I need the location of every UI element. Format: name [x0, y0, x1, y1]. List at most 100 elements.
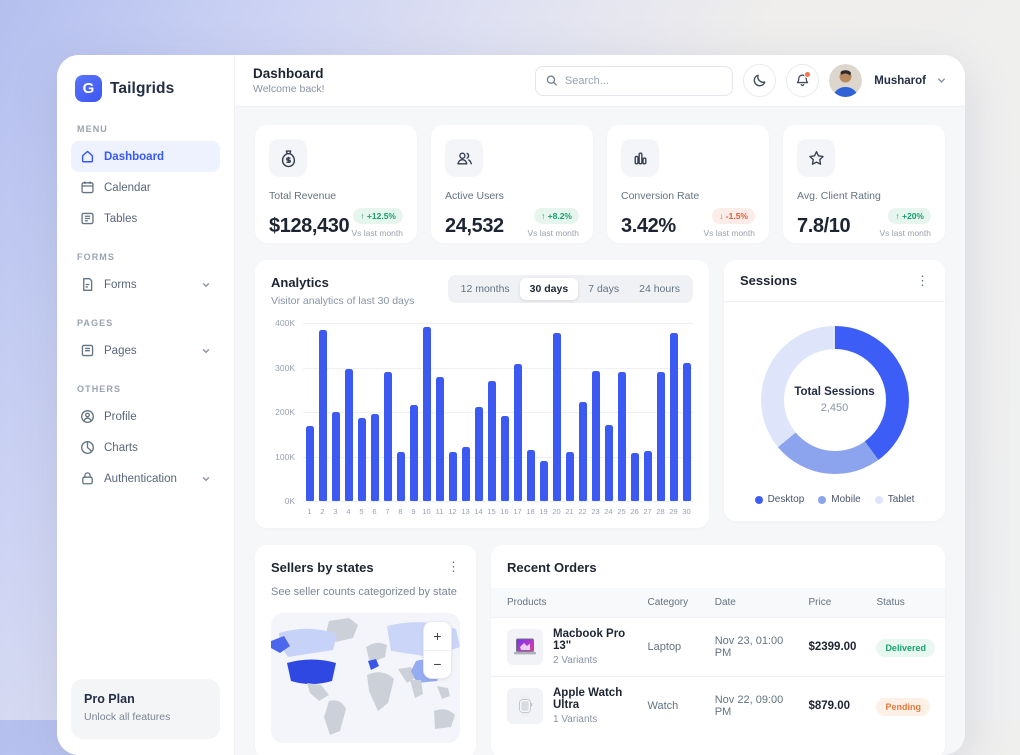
bar-day-7[interactable]	[384, 372, 392, 501]
search-input[interactable]	[565, 75, 722, 87]
bar-day-19[interactable]	[540, 461, 548, 501]
moon-icon	[752, 73, 767, 88]
bar-day-22[interactable]	[579, 402, 587, 501]
order-price: $879.00	[798, 677, 866, 736]
sidebar-item-label: Pages	[104, 345, 137, 357]
stat-value: 24,532	[445, 215, 504, 238]
column-header-category: Category	[638, 588, 705, 618]
app-window: G Tailgrids MENU Dashboard Calendar Tabl…	[57, 55, 965, 755]
bar-day-2[interactable]	[319, 330, 327, 501]
world-map[interactable]: + −	[271, 613, 460, 743]
sidebar-item-dashboard[interactable]: Dashboard	[71, 141, 220, 172]
legend-item-desktop: Desktop	[755, 494, 805, 505]
bar-day-18[interactable]	[527, 450, 535, 501]
header-titles: Dashboard Welcome back!	[253, 66, 325, 95]
column-header-date: Date	[705, 588, 799, 618]
bar-day-16[interactable]	[501, 416, 509, 501]
user-avatar[interactable]	[829, 64, 862, 97]
legend-item-mobile: Mobile	[818, 494, 860, 505]
bar-day-24[interactable]	[605, 425, 613, 501]
sidebar-item-forms[interactable]: Forms	[71, 269, 220, 300]
stat-value: 3.42%	[621, 215, 676, 238]
bar-day-23[interactable]	[592, 371, 600, 501]
bar-day-9[interactable]	[410, 405, 418, 501]
stat-label: Avg. Client Rating	[797, 190, 931, 202]
sidebar-item-calendar[interactable]: Calendar	[71, 172, 220, 203]
bar-day-6[interactable]	[371, 414, 379, 501]
kebab-menu-icon[interactable]: ⋮	[916, 274, 929, 287]
bar-day-11[interactable]	[436, 377, 444, 501]
dark-mode-toggle[interactable]	[743, 64, 776, 97]
bar-day-25[interactable]	[618, 372, 626, 501]
stat-card-total-revenue: Total Revenue $128,430 ↑ +12.5% Vs last …	[255, 125, 417, 243]
bar-day-14[interactable]	[475, 407, 483, 501]
bar-day-29[interactable]	[670, 333, 678, 501]
bar-day-28[interactable]	[657, 372, 665, 501]
notifications-button[interactable]	[786, 64, 819, 97]
bar-day-12[interactable]	[449, 452, 457, 501]
sessions-donut-chart: Total Sessions 2,450	[761, 326, 909, 474]
status-badge: Delivered	[876, 639, 935, 657]
stat-compare: Vs last month	[352, 228, 404, 238]
bar-day-13[interactable]	[462, 447, 470, 501]
sidebar-item-authentication[interactable]: Authentication	[71, 463, 220, 494]
sidebar-item-profile[interactable]: Profile	[71, 401, 220, 432]
legend-dot	[875, 496, 883, 504]
tab-7-days[interactable]: 7 days	[578, 278, 629, 300]
stat-delta-badge: ↑ +12.5%	[353, 208, 403, 224]
table-row[interactable]: Macbook Pro 13" 2 Variants Laptop Nov 23…	[491, 618, 945, 677]
bar-day-30[interactable]	[683, 363, 691, 501]
star-icon	[807, 149, 826, 168]
brand-logo-icon: G	[75, 75, 102, 102]
order-category: Laptop	[638, 618, 705, 677]
status-badge: Pending	[876, 698, 930, 716]
bar-day-26[interactable]	[631, 453, 639, 501]
tab-12-months[interactable]: 12 months	[451, 278, 520, 300]
order-date: Nov 23, 01:00 PM	[705, 618, 799, 677]
product-thumbnail-laptop	[507, 629, 543, 665]
bar-day-4[interactable]	[345, 369, 353, 501]
lock-icon	[80, 471, 95, 486]
home-icon	[80, 149, 95, 164]
bar-day-20[interactable]	[553, 333, 561, 501]
form-icon	[80, 277, 95, 292]
brand-name: Tailgrids	[110, 80, 174, 98]
sidebar-item-pages[interactable]: Pages	[71, 335, 220, 366]
bar-day-27[interactable]	[644, 451, 652, 501]
bar-day-1[interactable]	[306, 426, 314, 501]
bar-day-8[interactable]	[397, 452, 405, 501]
sessions-card: Sessions ⋮ Total Sessions 2,450	[724, 260, 945, 521]
bar-day-21[interactable]	[566, 452, 574, 501]
donut-center-label: Total Sessions	[794, 386, 874, 398]
map-zoom-controls: + −	[423, 621, 452, 679]
column-header-price: Price	[798, 588, 866, 618]
pro-plan-card[interactable]: Pro Plan Unlock all features	[71, 679, 220, 739]
sidebar-item-charts[interactable]: Charts	[71, 432, 220, 463]
brand[interactable]: G Tailgrids	[71, 73, 220, 106]
tab-30-days[interactable]: 30 days	[520, 278, 579, 300]
map-zoom-out-button[interactable]: −	[424, 650, 451, 678]
sellers-title: Sellers by states	[271, 560, 374, 575]
bar-day-10[interactable]	[423, 327, 431, 501]
table-row[interactable]: Apple Watch Ultra 1 Variants Watch Nov 2…	[491, 677, 945, 736]
bar-chart-icon	[631, 149, 650, 168]
sidebar-item-label: Forms	[104, 279, 137, 291]
bar-day-5[interactable]	[358, 418, 366, 501]
bar-day-15[interactable]	[488, 381, 496, 501]
kebab-menu-icon[interactable]: ⋮	[447, 560, 460, 573]
sidebar-item-tables[interactable]: Tables	[71, 203, 220, 234]
analytics-bar-chart: 400K300K200K100K0K 123456789101112131415…	[271, 323, 693, 516]
chevron-down-icon[interactable]	[936, 75, 947, 86]
stat-card-conversion-rate: Conversion Rate 3.42% ↓ -1.5% Vs last mo…	[607, 125, 769, 243]
legend-dot	[818, 496, 826, 504]
search-icon	[546, 74, 558, 87]
map-zoom-in-button[interactable]: +	[424, 622, 451, 650]
bar-day-3[interactable]	[332, 412, 340, 501]
donut-center-value: 2,450	[821, 402, 849, 414]
user-name: Musharof	[874, 75, 926, 87]
calendar-icon	[80, 180, 95, 195]
stat-compare: Vs last month	[880, 228, 932, 238]
tab-24-hours[interactable]: 24 hours	[629, 278, 690, 300]
bar-day-17[interactable]	[514, 364, 522, 501]
product-name: Apple Watch Ultra	[553, 687, 628, 711]
